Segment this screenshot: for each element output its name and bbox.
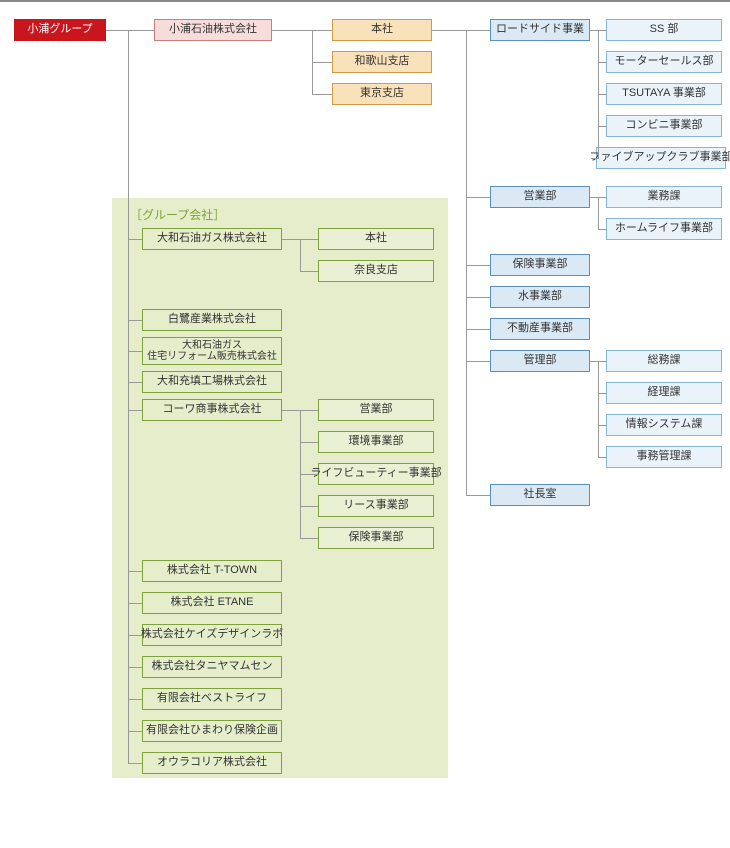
connector (598, 62, 606, 63)
node-group-0: 大和石油ガス株式会社 (142, 228, 282, 250)
node-div-fudosan: 不動産事業部 (490, 318, 590, 340)
node-roadside-child-2: TSUTAYA 事業部 (606, 83, 722, 105)
connector (312, 94, 332, 95)
connector (128, 30, 129, 763)
node-office-0: 本社 (332, 19, 432, 41)
node-div-shacho: 社長室 (490, 484, 590, 506)
node-kanri-child-2: 情報システム課 (606, 414, 722, 436)
connector (598, 393, 606, 394)
node-div-mizu: 水事業部 (490, 286, 590, 308)
group-companies-title: ［グループ会社］ (130, 206, 225, 223)
node-kowa-child-2: ライフビューティー事業部 (318, 463, 434, 485)
connector (432, 30, 490, 31)
connector (466, 329, 490, 330)
connector (300, 442, 318, 443)
node-office-1: 和歌山支店 (332, 51, 432, 73)
node-eigyo-child-1: ホームライフ事業部 (606, 218, 722, 240)
connector (466, 265, 490, 266)
node-group-5: 株式会社 T-TOWN (142, 560, 282, 582)
connector (598, 457, 606, 458)
connector (598, 425, 606, 426)
connector (598, 361, 599, 457)
connector (128, 351, 142, 352)
connector (128, 410, 142, 411)
node-div-roadside: ロードサイド事業 (490, 19, 590, 41)
connector (598, 126, 606, 127)
node-kowa-child-0: 営業部 (318, 399, 434, 421)
node-daiwa-child-0: 本社 (318, 228, 434, 250)
node-kanri-child-1: 経理課 (606, 382, 722, 404)
node-div-eigyo: 営業部 (490, 186, 590, 208)
org-chart: ［グループ会社］ 小浦グループ 小浦石油株式会社 本社 和歌山支店 東京支店 ロ… (0, 0, 730, 848)
node-roadside-child-1: モーターセールス部 (606, 51, 722, 73)
node-group-7: 株式会社ケイズデザインラボ (142, 624, 282, 646)
connector (466, 361, 490, 362)
connector (128, 667, 142, 668)
node-kanri-child-0: 総務課 (606, 350, 722, 372)
node-company: 小浦石油株式会社 (154, 19, 272, 41)
connector (598, 229, 606, 230)
connector (128, 320, 142, 321)
connector (598, 197, 599, 229)
node-group-11: オウラコリア株式会社 (142, 752, 282, 774)
connector (312, 62, 332, 63)
node-eigyo-child-0: 業務課 (606, 186, 722, 208)
node-roadside-child-4: ファイブアップクラブ事業部 (596, 147, 726, 169)
node-group-2: 大和石油ガス住宅リフォーム販売株式会社 (142, 337, 282, 365)
connector (466, 495, 490, 496)
node-div-kanri: 管理部 (490, 350, 590, 372)
connector (300, 239, 301, 271)
node-kowa-child-4: 保険事業部 (318, 527, 434, 549)
node-group-9: 有限会社ベストライフ (142, 688, 282, 710)
connector (128, 571, 142, 572)
connector (128, 635, 142, 636)
node-office-2: 東京支店 (332, 83, 432, 105)
connector (300, 538, 318, 539)
connector (300, 506, 318, 507)
connector (128, 239, 142, 240)
connector (300, 271, 318, 272)
connector (591, 158, 599, 159)
node-roadside-child-3: コンビニ事業部 (606, 115, 722, 137)
connector (128, 382, 142, 383)
node-root: 小浦グループ (14, 19, 106, 41)
node-group-2-line1: 大和石油ガス住宅リフォーム販売株式会社 (147, 340, 277, 362)
node-kanri-child-3: 事務管理課 (606, 446, 722, 468)
node-group-4: コーワ商事株式会社 (142, 399, 282, 421)
connector (106, 30, 154, 31)
node-kowa-child-3: リース事業部 (318, 495, 434, 517)
connector (128, 731, 142, 732)
node-roadside-child-0: SS 部 (606, 19, 722, 41)
connector (466, 297, 490, 298)
connector (466, 30, 467, 495)
connector (128, 763, 142, 764)
connector (598, 94, 606, 95)
connector (272, 30, 332, 31)
node-group-3: 大和充填工場株式会社 (142, 371, 282, 393)
connector (128, 603, 142, 604)
node-group-1: 白鷺産業株式会社 (142, 309, 282, 331)
connector (128, 699, 142, 700)
connector (300, 474, 318, 475)
node-group-6: 株式会社 ETANE (142, 592, 282, 614)
node-kowa-child-1: 環境事業部 (318, 431, 434, 453)
node-daiwa-child-1: 奈良支店 (318, 260, 434, 282)
node-group-8: 株式会社タニヤマムセン (142, 656, 282, 678)
connector (466, 197, 490, 198)
node-group-10: 有限会社ひまわり保険企画 (142, 720, 282, 742)
node-div-hoken: 保険事業部 (490, 254, 590, 276)
